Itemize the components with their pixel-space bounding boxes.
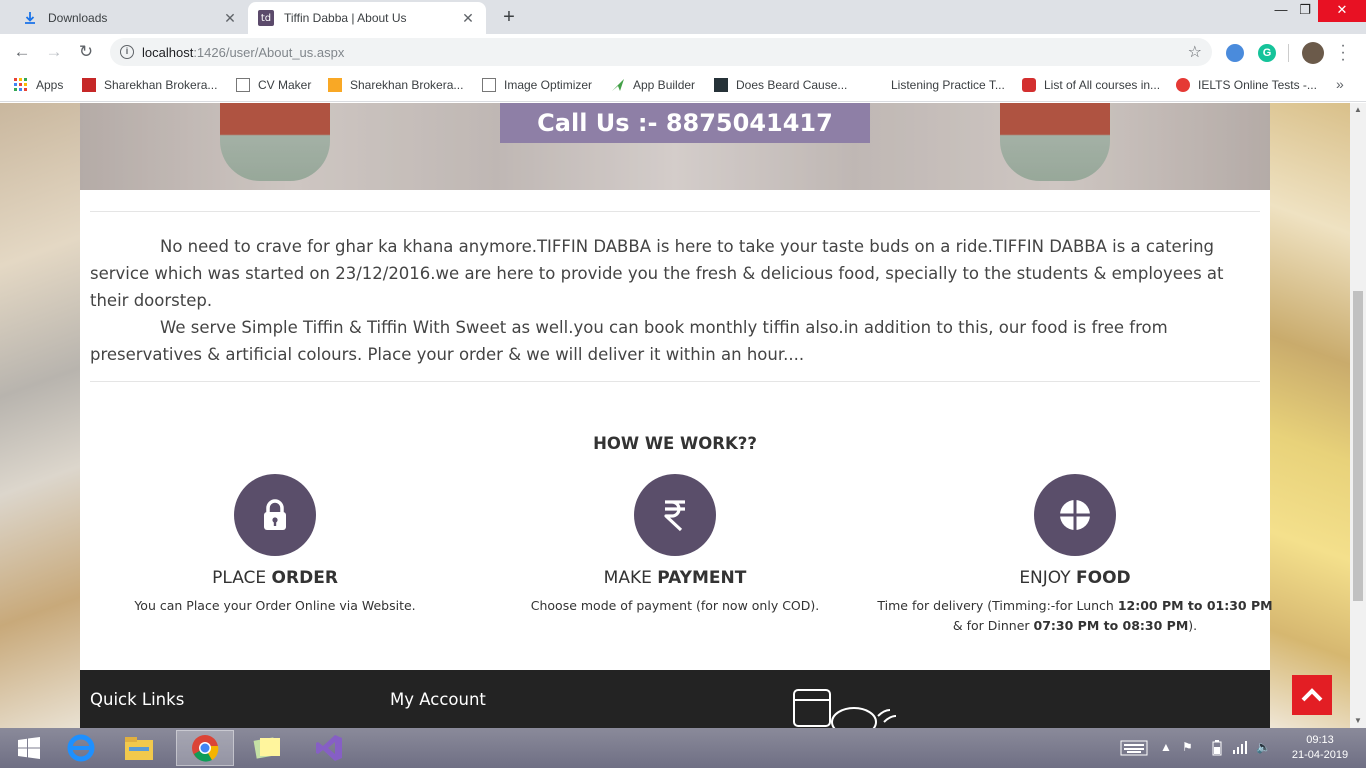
close-icon[interactable]: ✕ (460, 10, 476, 27)
menu-dots-icon[interactable]: · · · (1338, 38, 1348, 68)
site-icon (1176, 78, 1190, 92)
about-paragraph: We serve Simple Tiffin & Tiffin With Swe… (90, 318, 1168, 364)
back-arrow-icon[interactable]: ← (10, 40, 34, 64)
step-place-order: PLACE ORDER You can Place your Order Onl… (75, 474, 475, 616)
battery-icon[interactable] (1212, 740, 1222, 759)
divider (90, 211, 1260, 212)
rupee-icon (634, 474, 716, 556)
scroll-down-icon[interactable]: ▼ (1350, 714, 1366, 728)
profile-avatar[interactable] (1302, 42, 1324, 64)
step-enjoy-food: ENJOY FOOD Time for delivery (Timming:-f… (875, 474, 1275, 636)
site-icon (1022, 78, 1036, 92)
page-icon (236, 78, 250, 92)
background-food-image (0, 103, 80, 728)
page-scrollbar[interactable]: ▲ ▼ (1350, 103, 1366, 728)
network-signal-icon[interactable] (1232, 740, 1248, 757)
step-description: You can Place your Order Online via Webs… (134, 598, 416, 613)
step-heading: MAKE PAYMENT (603, 568, 747, 588)
bookmark-apps[interactable]: Apps (14, 78, 63, 92)
chevron-right-icon[interactable]: » (1336, 76, 1344, 92)
page-viewport: Call Us :- 8875041417 No need to crave f… (0, 103, 1350, 728)
forward-arrow-icon[interactable]: → (42, 40, 66, 64)
new-tab-button[interactable]: + (498, 6, 520, 28)
bookmark-cv-maker[interactable]: CV Maker (236, 78, 311, 92)
keyboard-icon[interactable] (1120, 740, 1148, 759)
browser-tabstrip: Downloads ✕ td Tiffin Dabba | About Us ✕… (0, 0, 1366, 34)
internet-explorer-icon[interactable] (52, 730, 110, 766)
tab-title: Tiffin Dabba | About Us (284, 11, 407, 25)
content-container: Call Us :- 8875041417 No need to crave f… (80, 103, 1332, 728)
page-icon (482, 78, 496, 92)
chrome-icon[interactable] (176, 730, 234, 766)
bookmark-sharekhan-2[interactable]: Sharekhan Brokera... (328, 78, 463, 92)
sharekhan-icon (82, 78, 96, 92)
lock-icon (234, 474, 316, 556)
bookmark-listening[interactable]: Listening Practice T... (891, 78, 1005, 92)
tiffin-banner-image: Call Us :- 8875041417 (80, 103, 1270, 190)
bookmark-beard[interactable]: Does Beard Cause... (714, 78, 847, 92)
windows-logo-icon (18, 737, 40, 759)
flag-icon[interactable]: ⚑ (1182, 740, 1193, 754)
footer-my-account-heading: My Account (390, 690, 486, 709)
tab-title: Downloads (48, 11, 108, 25)
tiffin-logo-icon (792, 688, 902, 728)
clock-date: 21-04-2019 (1291, 749, 1349, 761)
bookmark-sharekhan[interactable]: Sharekhan Brokera... (82, 78, 217, 92)
app-builder-icon (611, 78, 625, 92)
file-explorer-icon[interactable] (110, 730, 168, 766)
scroll-to-top-button[interactable] (1292, 675, 1332, 715)
about-paragraph: No need to crave for ghar ka khana anymo… (90, 237, 1224, 310)
tab-downloads[interactable]: Downloads ✕ (4, 2, 248, 34)
windows-taskbar: ▲ ⚑ 🔈 09:13 21-04-2019 (0, 728, 1366, 768)
step-description: Time for delivery (Timming:-for Lunch 12… (877, 598, 1273, 633)
step-description: Choose mode of payment (for now only COD… (530, 598, 820, 613)
url-text: localhost:1426/user/About_us.aspx (142, 45, 345, 60)
plate-icon (1034, 474, 1116, 556)
extension-icon[interactable] (1226, 44, 1244, 62)
site-footer: Quick Links My Account (80, 670, 1270, 728)
window-close-button[interactable]: ✕ (1318, 0, 1366, 22)
site-icon (714, 78, 728, 92)
step-heading: ENJOY FOOD (1019, 568, 1131, 588)
tab-about-us[interactable]: td Tiffin Dabba | About Us ✕ (248, 2, 486, 34)
maximize-button[interactable]: ❐ (1290, 0, 1320, 22)
reload-icon[interactable]: ↻ (74, 40, 98, 64)
about-us-text: No need to crave for ghar ka khana anymo… (90, 233, 1260, 368)
toolbar-divider (1288, 44, 1289, 62)
bookmark-courses[interactable]: List of All courses in... (1022, 78, 1160, 92)
address-bar[interactable]: i localhost:1426/user/About_us.aspx ☆ (110, 38, 1212, 66)
apps-grid-icon (14, 78, 28, 92)
footer-quick-links-heading: Quick Links (90, 690, 185, 709)
info-icon[interactable]: i (120, 45, 134, 59)
how-we-work-title: HOW WE WORK?? (593, 434, 757, 453)
background-food-image (1270, 103, 1350, 728)
bookmark-ielts[interactable]: IELTS Online Tests -... (1176, 78, 1317, 92)
browser-toolbar: ← → ↻ i localhost:1426/user/About_us.asp… (0, 34, 1366, 70)
step-heading: PLACE ORDER (212, 568, 338, 588)
start-button[interactable] (0, 730, 58, 766)
scrollbar-thumb[interactable] (1353, 291, 1363, 601)
close-icon[interactable]: ✕ (222, 10, 238, 27)
divider (90, 381, 1260, 382)
download-icon (22, 10, 38, 26)
bookmark-star-icon[interactable]: ☆ (1188, 42, 1202, 62)
bookmark-app-builder[interactable]: App Builder (611, 78, 695, 92)
grammarly-icon[interactable]: G (1258, 44, 1276, 62)
show-hidden-icons-icon[interactable]: ▲ (1160, 740, 1172, 754)
call-us-banner[interactable]: Call Us :- 8875041417 (500, 103, 870, 143)
clock-time: 09:13 (1306, 734, 1334, 746)
visual-studio-icon[interactable] (300, 730, 358, 766)
bookmark-image-optimizer[interactable]: Image Optimizer (482, 78, 592, 92)
bookmarks-bar: Apps Sharekhan Brokera... CV Maker Share… (0, 70, 1366, 102)
td-favicon-icon: td (258, 10, 274, 26)
system-clock[interactable]: 09:13 21-04-2019 (1290, 733, 1350, 763)
sticky-notes-icon[interactable] (238, 730, 296, 766)
volume-icon[interactable]: 🔈 (1256, 740, 1271, 754)
scroll-up-icon[interactable]: ▲ (1350, 103, 1366, 117)
step-make-payment: MAKE PAYMENT Choose mode of payment (for… (475, 474, 875, 616)
sharekhan-icon (328, 78, 342, 92)
